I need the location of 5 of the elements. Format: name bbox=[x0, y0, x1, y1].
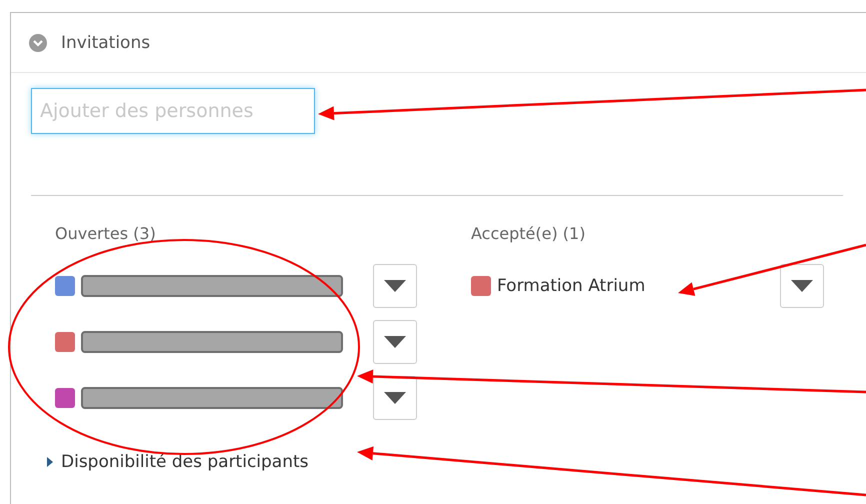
panel-title: Invitations bbox=[61, 32, 150, 52]
column-heading: Ouvertes (3) bbox=[55, 224, 157, 245]
availability-toggle[interactable]: Disponibilité des participants bbox=[47, 452, 309, 472]
participant-name: Formation Atrium bbox=[497, 276, 646, 296]
column-heading: Accepté(e) (1) bbox=[471, 224, 586, 245]
